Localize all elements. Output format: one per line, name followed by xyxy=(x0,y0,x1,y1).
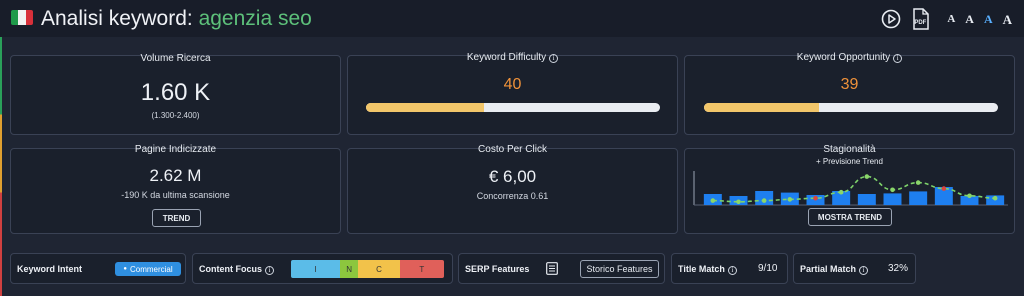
difficulty-card: Keyword Difficulty i 40 xyxy=(347,52,678,135)
title-prefix: Analisi keyword: xyxy=(41,7,193,30)
difficulty-progress-bar xyxy=(366,103,660,112)
cpc-card: Costo Per Click € 6,00 Concorrenza 0.61 xyxy=(347,144,678,234)
opportunity-value: 39 xyxy=(840,76,859,93)
intent-badge-label: Commercial xyxy=(129,264,173,274)
volume-value: 1.60 K xyxy=(140,79,211,106)
left-accent-strip xyxy=(0,37,2,296)
difficulty-value: 40 xyxy=(503,76,522,93)
content-focus-segment: C xyxy=(358,260,400,278)
indexed-title: Pagine Indicizzate xyxy=(134,144,217,155)
opportunity-card: Keyword Opportunity i 39 xyxy=(684,52,1015,135)
indexed-value: 2.62 M xyxy=(149,166,202,185)
title-match-value: 9/10 xyxy=(758,263,778,274)
info-icon[interactable]: i xyxy=(893,54,903,63)
partial-match-label-text: Partial Match xyxy=(800,264,857,274)
chart-trend-point xyxy=(915,180,921,185)
serp-list-icon[interactable] xyxy=(546,262,558,280)
content-focus-bar: INCT xyxy=(291,260,444,278)
opportunity-progress-bar xyxy=(704,103,998,112)
chart-trend-point xyxy=(813,195,818,201)
cpc-title: Costo Per Click xyxy=(478,144,547,155)
volume-card: Volume Ricerca 1.60 K (1.300-2.400) xyxy=(10,53,341,135)
chart-trend-point xyxy=(941,186,947,191)
font-size-s-button[interactable]: A xyxy=(965,13,974,25)
partial-match-label: Partial Match i xyxy=(800,264,869,275)
opportunity-progress-fill xyxy=(704,103,819,112)
partial-match-card: Partial Match i 32% xyxy=(793,253,916,284)
keyword-intent-label: Keyword Intent xyxy=(17,264,83,274)
difficulty-title-text: Keyword Difficulty xyxy=(466,52,547,63)
keyword-intent-card: Keyword Intent ● Commercial xyxy=(10,253,186,284)
content-focus-label-text: Content Focus xyxy=(199,264,262,274)
title-match-label: Title Match i xyxy=(678,264,737,275)
chart-trend-point xyxy=(787,197,793,202)
chart-trend-point xyxy=(890,187,895,193)
chart-bar xyxy=(883,193,902,205)
serp-features-card: SERP Features Storico Features xyxy=(458,253,665,284)
chart-trend-point xyxy=(736,199,741,205)
italy-flag-icon xyxy=(11,10,33,25)
indexed-pages-card: Pagine Indicizzate 2.62 M -190 K da ulti… xyxy=(10,144,341,234)
volume-range: (1.300-2.400) xyxy=(151,111,200,120)
serp-history-button[interactable]: Storico Features xyxy=(580,260,659,278)
indexed-delta: -190 K da ultima scansione xyxy=(121,190,230,200)
show-trend-button[interactable]: MOSTRA TREND xyxy=(808,208,892,226)
info-icon[interactable]: i xyxy=(549,54,559,63)
info-icon[interactable]: i xyxy=(859,266,869,275)
chart-trend-point xyxy=(838,189,844,195)
info-icon[interactable]: i xyxy=(265,266,274,275)
font-size-xs-button[interactable]: A xyxy=(947,13,955,25)
title-match-label-text: Title Match xyxy=(678,264,725,274)
chart-trend-point xyxy=(864,174,870,179)
volume-title: Volume Ricerca xyxy=(140,53,211,64)
chart-trend-point xyxy=(710,198,716,203)
title-keyword: agenzia seo xyxy=(198,7,312,30)
seasonality-subtitle: + Previsione Trend xyxy=(816,157,883,166)
font-size-m-button[interactable]: A xyxy=(984,13,993,25)
pdf-label: PDF xyxy=(914,20,927,26)
page-title: Analisi keyword: agenzia seo xyxy=(41,7,312,31)
content-focus-label: Content Focus i xyxy=(199,264,274,275)
info-icon[interactable]: i xyxy=(727,266,737,275)
content-focus-segment: N xyxy=(339,260,359,278)
difficulty-title: Keyword Difficulty i xyxy=(348,52,677,63)
content-focus-card: Content Focus i INCT xyxy=(192,253,453,284)
partial-match-value: 32% xyxy=(888,263,909,274)
chart-bar xyxy=(857,194,876,205)
content-focus-segment: T xyxy=(399,260,444,278)
title-match-card: Title Match i 9/10 xyxy=(671,253,788,284)
chart-trend-point xyxy=(967,193,972,199)
chart-trend-point xyxy=(992,195,998,201)
play-icon[interactable] xyxy=(881,9,901,29)
cpc-value: € 6,00 xyxy=(488,167,537,186)
serp-features-label: SERP Features xyxy=(465,264,530,274)
chart-trend-point xyxy=(761,198,767,203)
header-bar: Analisi keyword: agenzia seo PDF A A A A xyxy=(0,0,1024,37)
chart-bar xyxy=(909,191,928,205)
opportunity-title: Keyword Opportunity i xyxy=(685,52,1014,63)
font-size-l-button[interactable]: A xyxy=(1003,13,1012,26)
opportunity-title-text: Keyword Opportunity xyxy=(796,52,891,63)
difficulty-progress-fill xyxy=(366,103,484,112)
header-toolbar: PDF A A A A xyxy=(881,8,1012,30)
intent-badge: ● Commercial xyxy=(115,262,181,276)
cpc-competition: Concorrenza 0.61 xyxy=(476,191,549,201)
content-focus-segment: I xyxy=(291,260,340,278)
seasonality-title: Stagionalità xyxy=(823,144,876,155)
trend-button[interactable]: TREND xyxy=(152,209,201,227)
seasonality-card: Stagionalità + Previsione Trend MOSTRA T… xyxy=(684,144,1015,234)
seasonality-chart xyxy=(693,171,1008,206)
pdf-icon[interactable]: PDF xyxy=(911,8,931,30)
